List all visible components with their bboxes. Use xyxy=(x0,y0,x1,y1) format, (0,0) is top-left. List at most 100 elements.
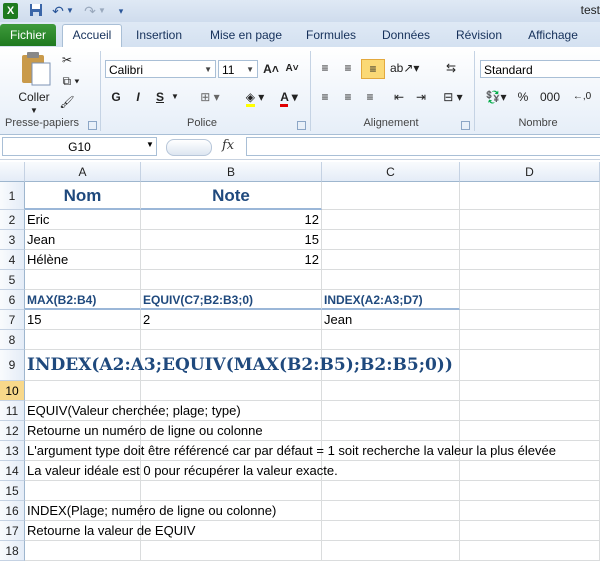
cell-a13[interactable]: L'argument type doit être référencé car … xyxy=(25,441,556,461)
cell-a5[interactable] xyxy=(25,270,141,290)
name-box[interactable]: G10 xyxy=(2,137,157,156)
row-header-2[interactable]: 2 xyxy=(0,210,25,230)
tab-accueil[interactable]: Accueil xyxy=(62,24,122,48)
cell-c11[interactable] xyxy=(322,401,460,421)
tab-fichier[interactable]: Fichier xyxy=(0,24,56,46)
cell-d16[interactable] xyxy=(460,501,600,521)
thousands-button[interactable]: 000 xyxy=(538,88,562,106)
row-header-1[interactable]: 1 xyxy=(0,182,25,210)
row-header-11[interactable]: 11 xyxy=(0,401,25,421)
row-header-8[interactable]: 8 xyxy=(0,330,25,350)
column-header-a[interactable]: A xyxy=(25,162,141,182)
cell-a3[interactable]: Jean xyxy=(25,230,141,250)
cell-b15[interactable] xyxy=(141,481,322,501)
cell-c5[interactable] xyxy=(322,270,460,290)
italic-button[interactable]: I xyxy=(130,88,146,106)
cell-a17[interactable]: Retourne la valeur de EQUIV xyxy=(25,521,195,541)
row-header-6[interactable]: 6 xyxy=(0,290,25,310)
cell-b4[interactable]: 12 xyxy=(141,250,322,270)
align-right-icon[interactable]: ≡ xyxy=(361,88,379,106)
align-middle-icon[interactable]: ≡ xyxy=(339,59,357,77)
cell-b8[interactable] xyxy=(141,330,322,350)
wrap-text-icon[interactable]: ⇆ xyxy=(442,59,460,77)
tab-insertion[interactable]: Insertion xyxy=(129,25,189,45)
formula-bar-handle[interactable] xyxy=(166,139,212,156)
cell-a10[interactable] xyxy=(25,381,141,401)
cell-d8[interactable] xyxy=(460,330,600,350)
cell-a11[interactable]: EQUIV(Valeur cherchée; plage; type) xyxy=(25,401,241,421)
cell-c6[interactable]: INDEX(A2:A3;D7) xyxy=(322,290,460,310)
cell-b18[interactable] xyxy=(141,541,322,561)
cell-b10[interactable] xyxy=(141,381,322,401)
row-header-18[interactable]: 18 xyxy=(0,541,25,561)
format-painter-icon[interactable]: 🖌 xyxy=(58,93,76,111)
align-center-icon[interactable]: ≡ xyxy=(339,88,357,106)
redo-icon[interactable]: ↷ xyxy=(82,3,98,19)
cell-c14[interactable] xyxy=(322,461,460,481)
cell-a4[interactable]: Hélène xyxy=(25,250,141,270)
cell-a1[interactable]: Nom xyxy=(25,182,141,210)
customize-qat-icon[interactable]: ▾ xyxy=(116,3,126,19)
formula-input[interactable] xyxy=(246,137,600,156)
cell-c18[interactable] xyxy=(322,541,460,561)
cell-a16[interactable]: INDEX(Plage; numéro de ligne ou colonne) xyxy=(25,501,276,521)
cell-b6[interactable]: EQUIV(C7;B2:B3;0) xyxy=(141,290,322,310)
tab-affichage[interactable]: Affichage xyxy=(520,25,586,45)
cell-b3[interactable]: 15 xyxy=(141,230,322,250)
cell-a15[interactable] xyxy=(25,481,141,501)
cell-d7[interactable] xyxy=(460,310,600,330)
cell-a6[interactable]: MAX(B2:B4) xyxy=(25,290,141,310)
row-header-15[interactable]: 15 xyxy=(0,481,25,501)
merge-center-icon[interactable]: ⊟ ▾ xyxy=(440,88,466,106)
cell-d17[interactable] xyxy=(460,521,600,541)
paste-icon[interactable] xyxy=(18,51,52,87)
cell-a7[interactable]: 15 xyxy=(25,310,141,330)
cell-c2[interactable] xyxy=(322,210,460,230)
undo-dropdown-icon[interactable]: ▼ xyxy=(66,3,74,19)
row-header-10[interactable]: 10 xyxy=(0,381,25,401)
cell-c17[interactable] xyxy=(322,521,460,541)
cell-d18[interactable] xyxy=(460,541,600,561)
align-top-icon[interactable]: ≡ xyxy=(316,59,334,77)
cell-d9[interactable] xyxy=(460,350,600,381)
align-bottom-icon[interactable]: ≡ xyxy=(361,59,385,79)
cell-a9[interactable]: INDEX(A2:A3;EQUIV(MAX(B2:B5);B2:B5;0)) xyxy=(25,350,453,381)
redo-dropdown-icon[interactable]: ▼ xyxy=(98,3,106,19)
cell-d1[interactable] xyxy=(460,182,600,210)
save-icon[interactable] xyxy=(28,3,44,19)
row-header-9[interactable]: 9 xyxy=(0,350,25,381)
tab-donnees[interactable]: Données xyxy=(375,25,437,45)
name-box-dropdown-icon[interactable]: ▼ xyxy=(146,140,154,149)
borders-icon[interactable]: ⊞ ▾ xyxy=(196,88,224,106)
cell-a14[interactable]: La valeur idéale est 0 pour récupérer la… xyxy=(25,461,338,481)
row-header-17[interactable]: 17 xyxy=(0,521,25,541)
align-left-icon[interactable]: ≡ xyxy=(316,88,334,106)
increase-indent-icon[interactable]: ⇥ xyxy=(412,88,430,106)
font-size-dropdown-icon[interactable]: ▼ xyxy=(246,61,254,79)
cell-c3[interactable] xyxy=(322,230,460,250)
grow-font-icon[interactable]: A˄ xyxy=(263,60,279,78)
underline-dropdown-icon[interactable]: ▼ xyxy=(170,88,180,106)
cell-c10[interactable] xyxy=(322,381,460,401)
tab-revision[interactable]: Révision xyxy=(450,25,508,45)
row-header-4[interactable]: 4 xyxy=(0,250,25,270)
cell-d14[interactable] xyxy=(460,461,600,481)
increase-decimal-icon[interactable]: ←,0 xyxy=(570,88,594,106)
cell-a8[interactable] xyxy=(25,330,141,350)
undo-icon[interactable]: ↶ xyxy=(50,3,66,19)
cell-d5[interactable] xyxy=(460,270,600,290)
font-launcher-icon[interactable] xyxy=(297,121,306,130)
cell-c16[interactable] xyxy=(322,501,460,521)
cell-a12[interactable]: Retourne un numéro de ligne ou colonne xyxy=(25,421,263,441)
font-color-icon[interactable]: A ▾ xyxy=(276,88,302,107)
orientation-icon[interactable]: ab↗▾ xyxy=(390,59,419,77)
cell-b2[interactable]: 12 xyxy=(141,210,322,230)
font-name-combo[interactable]: Calibri ▼ xyxy=(105,60,216,78)
row-header-14[interactable]: 14 xyxy=(0,461,25,481)
shrink-font-icon[interactable]: A˅ xyxy=(284,60,300,78)
font-name-dropdown-icon[interactable]: ▼ xyxy=(204,61,212,79)
cell-a2[interactable]: Eric xyxy=(25,210,141,230)
percent-button[interactable]: % xyxy=(516,88,530,106)
cell-d12[interactable] xyxy=(460,421,600,441)
cell-a18[interactable] xyxy=(25,541,141,561)
